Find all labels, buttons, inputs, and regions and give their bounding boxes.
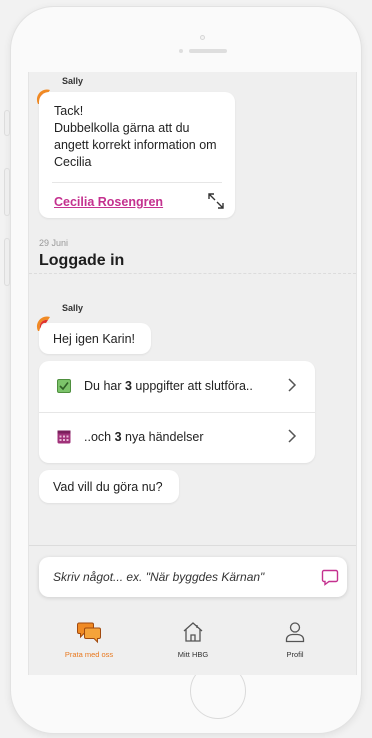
tasks-text: Du har 3 uppgifter att slutföra.. bbox=[84, 379, 253, 393]
sender-name: Sally bbox=[62, 303, 84, 313]
user-icon bbox=[285, 622, 305, 643]
tab-label: Mitt HBG bbox=[177, 650, 209, 659]
tab-mitt-hbg[interactable]: Mitt HBG bbox=[153, 620, 233, 660]
message-card: Tack! Dubbelkolla gärna att du angett ko… bbox=[39, 92, 235, 218]
sender-name: Sally bbox=[62, 76, 84, 86]
message-input[interactable] bbox=[53, 568, 303, 586]
message-text: Tack! Dubbelkolla gärna att du angett ko… bbox=[54, 104, 217, 169]
composer-divider bbox=[29, 545, 356, 546]
composer bbox=[39, 557, 347, 597]
person-link[interactable]: Cecilia Rosengren bbox=[54, 195, 163, 209]
greeting-text: Hej igen Karin! bbox=[53, 332, 135, 346]
proximity-sensor bbox=[200, 35, 205, 40]
chevron-right-icon bbox=[288, 378, 297, 392]
tab-profil[interactable]: Profil bbox=[255, 620, 335, 660]
expand-icon[interactable] bbox=[207, 192, 225, 210]
card-divider bbox=[52, 182, 222, 183]
home-icon bbox=[183, 622, 203, 642]
tab-label: Prata med oss bbox=[64, 650, 114, 659]
chat-bubble-icon[interactable] bbox=[321, 568, 339, 586]
prompt-bubble: Vad vill du göra nu? bbox=[39, 470, 179, 503]
chevron-right-icon bbox=[288, 429, 297, 443]
mute-switch bbox=[4, 110, 10, 136]
greeting-bubble: Hej igen Karin! bbox=[39, 323, 151, 354]
volume-up-button bbox=[4, 168, 10, 216]
front-camera bbox=[179, 49, 183, 53]
section-divider bbox=[29, 273, 356, 274]
app-screen: Sally Tack! Dubbelkolla gärna att du ang… bbox=[28, 72, 357, 675]
events-text: ..och 3 nya händelser bbox=[84, 430, 204, 444]
tab-label: Profil bbox=[286, 650, 304, 659]
section-title: Loggade in bbox=[39, 252, 125, 269]
calendar-icon bbox=[57, 430, 71, 444]
chat-bubbles-icon bbox=[77, 622, 101, 644]
checkbox-icon bbox=[57, 379, 71, 393]
prompt-text: Vad vill du göra nu? bbox=[53, 480, 163, 494]
date-label: 29 Juni bbox=[39, 238, 69, 248]
tasks-row[interactable]: Du har 3 uppgifter att slutföra.. bbox=[39, 361, 315, 412]
volume-down-button bbox=[4, 238, 10, 286]
events-row[interactable]: ..och 3 nya händelser bbox=[39, 412, 315, 463]
tab-prata-med-oss[interactable]: Prata med oss bbox=[49, 620, 129, 660]
action-card: Du har 3 uppgifter att slutföra.. ..och … bbox=[39, 361, 315, 463]
earpiece-speaker bbox=[189, 49, 227, 53]
